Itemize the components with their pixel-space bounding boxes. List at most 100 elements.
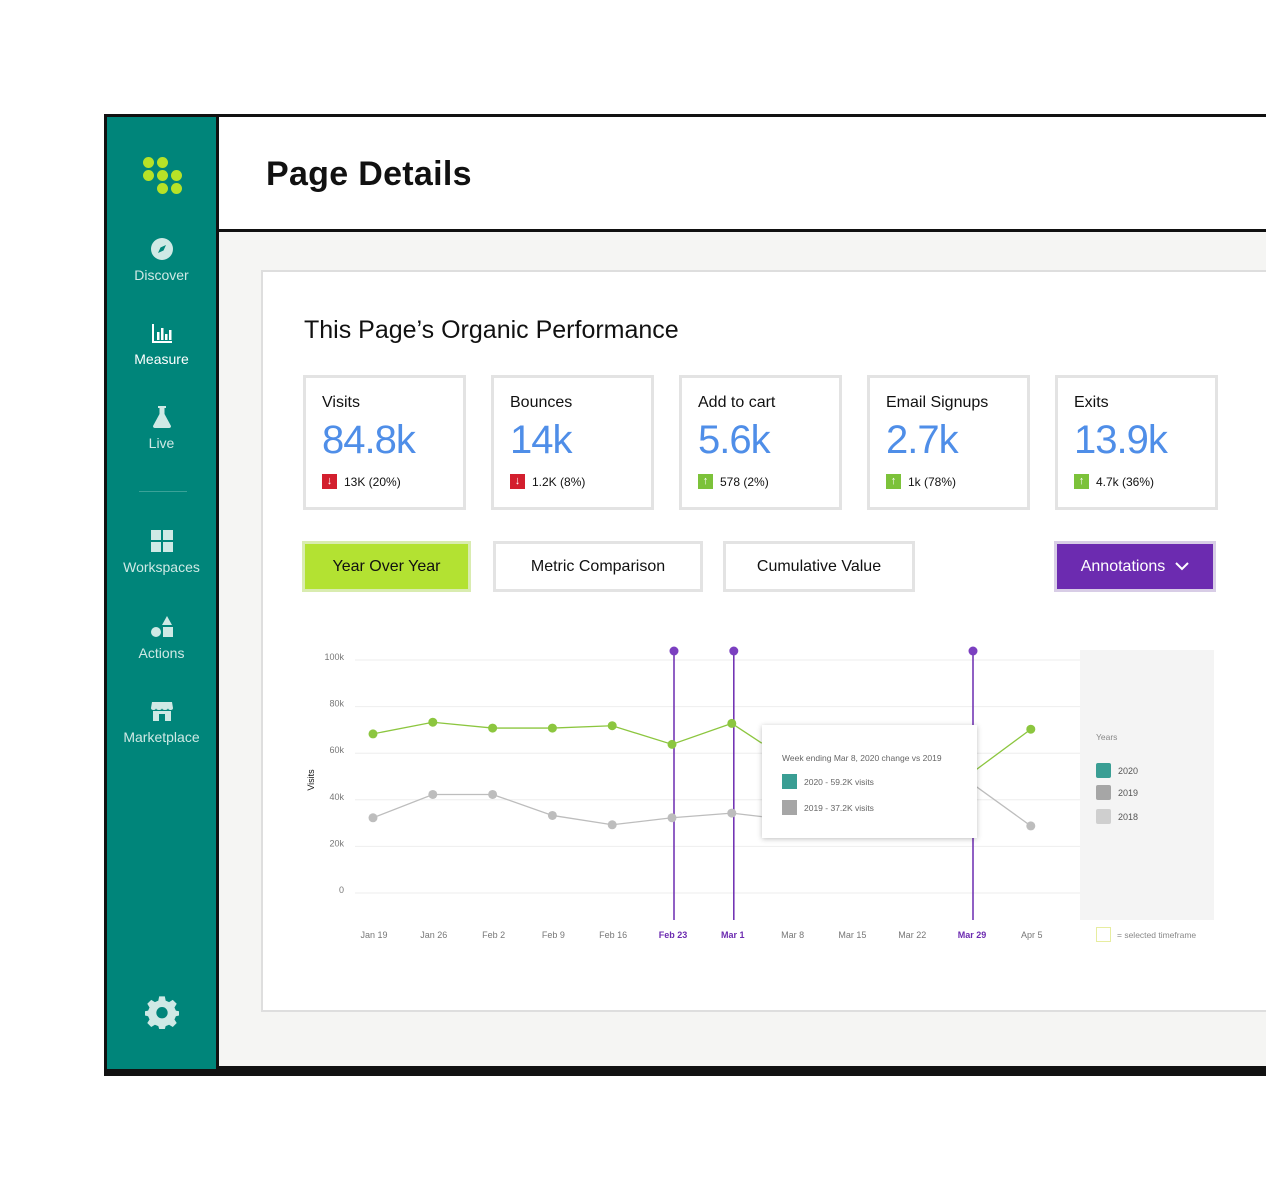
sidebar-item-measure[interactable]: Measure	[107, 321, 216, 367]
tooltip-row-text: 2019 - 37.2K visits	[804, 802, 874, 813]
x-tick-label: Jan 26	[420, 930, 447, 940]
series-2019-point	[488, 789, 498, 799]
series-2019-point	[368, 813, 378, 823]
kpi-card-visits[interactable]: Visits 84.8k ↓ 13K (20%)	[303, 375, 466, 510]
logo-icon	[143, 157, 187, 201]
annotations-label: Annotations	[1080, 557, 1166, 575]
x-tick-label: Feb 16	[599, 930, 627, 940]
gear-icon[interactable]	[145, 995, 179, 1029]
annotation-marker	[729, 646, 739, 656]
kpi-label: Bounces	[510, 394, 573, 411]
y-axis-label: Visits	[306, 769, 316, 791]
kpi-card-add-to-cart[interactable]: Add to cart 5.6k ↑ 578 (2%)	[679, 375, 842, 510]
kpi-value: 13.9k	[1074, 418, 1168, 462]
series-2020-point	[607, 721, 617, 731]
x-tick-label: Mar 29	[958, 930, 987, 940]
y-tick-label: 40k	[329, 792, 344, 802]
bar-chart-icon	[151, 324, 172, 343]
y-tick-label: 80k	[329, 699, 344, 709]
tooltip-row-2020: 2020 - 59.2K visits	[782, 774, 874, 789]
kpi-card-exits[interactable]: Exits 13.9k ↑ 4.7k (36%)	[1055, 375, 1218, 510]
series-2020-point	[667, 739, 677, 749]
y-tick-label: 20k	[329, 838, 344, 848]
series-2019-continuation-line	[731, 812, 762, 818]
selected-timeframe-label: = selected timeframe	[1117, 929, 1197, 940]
cumulative-value-button[interactable]: Cumulative Value	[723, 541, 915, 592]
series-2020-point	[547, 723, 557, 733]
sidebar-item-label: Discover	[134, 267, 189, 283]
kpi-card-email-signups[interactable]: Email Signups 2.7k ↑ 1k (78%)	[867, 375, 1030, 510]
x-tick-label: Jan 19	[360, 930, 387, 940]
annotations-dropdown[interactable]: Annotations	[1054, 541, 1216, 592]
kpi-value: 84.8k	[322, 418, 416, 462]
sidebar-item-label: Actions	[138, 645, 185, 661]
annotation-marker	[669, 646, 679, 656]
series-2020-continuation-line	[731, 722, 763, 744]
sidebar-divider	[139, 491, 187, 492]
series-2020-point	[368, 729, 378, 739]
x-tick-label: Mar 15	[838, 930, 866, 940]
grid-icon	[150, 530, 173, 552]
tooltip-title: Week ending Mar 8, 2020 change vs 2019	[782, 753, 942, 763]
series-2020-point	[1026, 724, 1036, 734]
sidebar-item-actions[interactable]: Actions	[107, 615, 216, 661]
series-2020-point	[428, 717, 438, 727]
sidebar-item-discover[interactable]: Discover	[107, 237, 216, 283]
arrow-up-icon: ↑	[886, 474, 901, 489]
sidebar-item-label: Measure	[134, 351, 189, 367]
kpi-label: Email Signups	[886, 394, 989, 411]
arrow-down-icon: ↓	[510, 474, 525, 489]
kpi-delta-text: 13K (20%)	[344, 474, 401, 489]
sidebar: Discover Measure Live Workspaces Actions	[104, 114, 219, 1072]
x-tick-label: Mar 1	[721, 930, 745, 940]
series-2020-tail-line	[970, 728, 1032, 775]
flask-icon	[152, 406, 171, 428]
store-icon	[150, 702, 173, 721]
kpi-delta: ↑ 1k (78%)	[886, 474, 956, 489]
kpi-delta-text: 1k (78%)	[908, 474, 957, 489]
sidebar-item-label: Live	[148, 435, 175, 451]
series-2019-point	[1026, 821, 1036, 831]
x-tick-label: Feb 9	[542, 930, 565, 940]
arrow-up-icon: ↑	[1074, 474, 1089, 489]
series-2019-tail-line	[970, 782, 1032, 827]
series-2019-point	[727, 808, 737, 818]
series-2020-point	[488, 723, 498, 733]
selected-timeframe-swatch	[1096, 927, 1111, 942]
series-2019-point	[667, 813, 677, 823]
series-2019-point	[607, 820, 617, 830]
kpi-value: 5.6k	[698, 418, 771, 462]
kpi-card-bounces[interactable]: Bounces 14k ↓ 1.2K (8%)	[491, 375, 654, 510]
kpi-delta: ↑ 4.7k (36%)	[1074, 474, 1154, 489]
x-tick-label: Apr 5	[1021, 930, 1043, 940]
kpi-delta: ↓ 13K (20%)	[322, 474, 401, 489]
kpi-delta-text: 1.2K (8%)	[532, 474, 586, 489]
x-tick-label: Feb 2	[482, 930, 505, 940]
chart-tooltip: Week ending Mar 8, 2020 change vs 2019 2…	[762, 725, 977, 838]
y-tick-label: 0	[339, 885, 344, 895]
kpi-delta: ↓ 1.2K (8%)	[510, 474, 585, 489]
section-title: This Page’s Organic Performance	[304, 316, 679, 344]
series-2020-point	[727, 718, 737, 728]
metric-comparison-button[interactable]: Metric Comparison	[493, 541, 703, 592]
tooltip-row-2019: 2019 - 37.2K visits	[782, 800, 874, 815]
sidebar-item-marketplace[interactable]: Marketplace	[107, 699, 216, 745]
tooltip-swatch	[782, 800, 797, 815]
year-over-year-button[interactable]: Year Over Year	[302, 541, 471, 592]
kpi-delta-text: 4.7k (36%)	[1096, 474, 1155, 489]
compass-icon	[150, 238, 173, 260]
selected-timeframe-note: = selected timeframe	[1096, 927, 1196, 942]
kpi-label: Add to cart	[698, 394, 776, 411]
y-tick-label: 60k	[329, 745, 344, 755]
kpi-label: Exits	[1074, 394, 1109, 411]
tooltip-row-text: 2020 - 59.2K visits	[804, 776, 874, 787]
tooltip-swatch	[782, 774, 797, 789]
sidebar-item-live[interactable]: Live	[107, 405, 216, 451]
sidebar-item-workspaces[interactable]: Workspaces	[107, 529, 216, 575]
page-header: Page Details	[219, 117, 1266, 232]
kpi-value: 14k	[510, 418, 572, 462]
sidebar-item-label: Marketplace	[123, 729, 200, 745]
annotation-marker	[968, 646, 978, 656]
kpi-value: 2.7k	[886, 418, 959, 462]
page-title: Page Details	[266, 155, 472, 193]
